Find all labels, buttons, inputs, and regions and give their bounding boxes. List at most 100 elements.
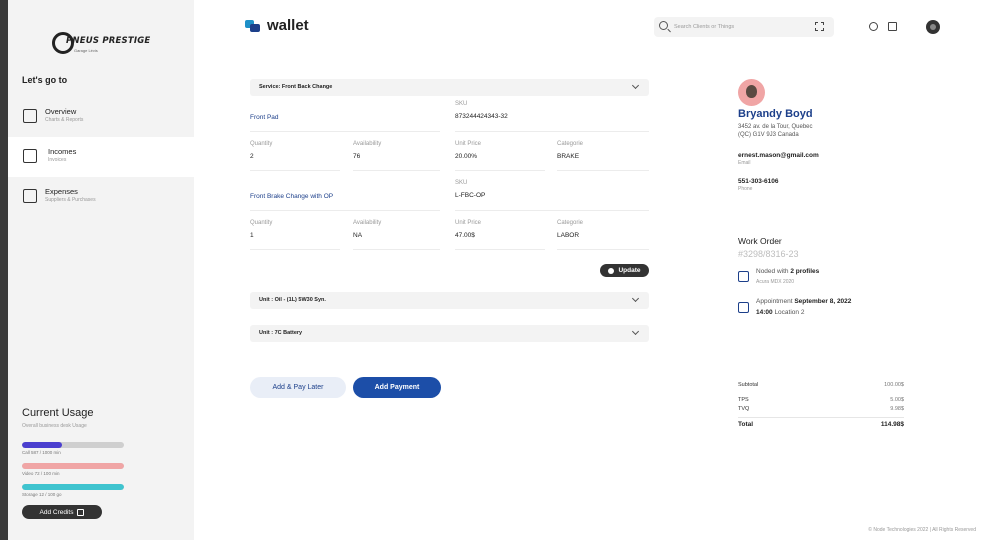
chevron-down-icon[interactable] [631,327,640,336]
customer-address-line2: (QC) G1V 9J3 Canada [738,132,799,138]
quantity-label: Quantity [250,220,273,226]
appointment-date: September 8, 2022 [794,298,852,305]
link-icon [738,271,749,282]
subtotal-value: 100.00$ [884,382,904,388]
unit-price-label: Unit Price [455,141,482,147]
subtotal-label: Subtotal [738,382,759,388]
add-payment-button[interactable]: Add Payment [353,377,441,398]
quantity-label: Quantity [250,141,273,147]
add-credits-label: Add Credits [39,508,74,516]
unit-price-cell: Unit Price 20.00% [455,141,545,160]
tps-value: 5.00$ [890,397,904,403]
qr-code-icon[interactable] [815,22,824,31]
sidebar-item-incomes[interactable]: Incomes Invoices [8,137,194,177]
chevron-down-icon[interactable] [631,81,640,90]
row-divider [455,249,545,250]
customer-address-line1: 3452 av. de la Tour, Quebec [738,124,813,130]
update-icon [608,267,615,274]
usage-bar-fill [22,484,124,490]
search-icon[interactable] [659,21,668,30]
calendar-icon [738,302,749,313]
sku-value: 873244424343-32 [455,113,508,120]
update-label: Update [618,267,641,274]
vehicle-name: Acura MDX 2020 [756,279,795,285]
category-cell: Categorie BRAKE [557,141,647,160]
service-accordion-header[interactable]: Service: Front Back Change [250,79,649,96]
category-label: Categorie [557,141,584,147]
left-edge-strip [0,0,8,540]
row-divider [557,249,649,250]
row-divider [250,210,440,211]
totals-divider [738,417,904,418]
external-link-icon [77,508,85,516]
usage-caption-call: Call 587 / 1000 min [22,450,61,455]
unit-accordion-oil[interactable]: Unit : Oil - (1L) 5W30 Syn. [250,292,649,309]
sku-cell: SKU 873244424343-32 [455,101,545,120]
customer-email[interactable]: ernest.mason@gmail.com [738,152,819,159]
usage-bar-call [22,442,124,448]
chart-icon [23,109,37,123]
customer-email-label: Email [738,160,751,166]
usage-bar-video [22,463,124,469]
appointment: Appointment September 8, 2022 [756,298,851,305]
chevron-down-icon[interactable] [631,294,640,303]
category-value: BRAKE [557,153,580,160]
row-divider [353,170,440,171]
product-name[interactable]: Front Brake Change with OP [250,193,333,200]
usage-caption-video: Video 72 / 100 min [22,471,60,476]
total-label: Total [738,421,754,428]
add-pay-later-button[interactable]: Add & Pay Later [250,377,346,398]
row-divider [250,131,440,132]
sidebar-item-sub: Charts & Reports [45,117,84,123]
category-label: Categorie [557,220,584,226]
category-value: LABOR [557,232,580,239]
sku-label: SKU [455,101,468,107]
work-order-title: Work Order [738,236,782,246]
product-name[interactable]: Front Pad [250,114,279,121]
wallet-logo-icon [245,20,261,34]
tvq-value: 9.98$ [890,406,904,412]
quantity-value: 2 [250,153,254,160]
unit-accordion-battery[interactable]: Unit : 7C Battery [250,325,649,342]
footer-copyright: © Node Technologies 2022 | All Rights Re… [868,527,976,533]
user-avatar[interactable] [926,20,940,34]
sku-label: SKU [455,180,468,186]
noded-profiles[interactable]: 2 profiles [790,268,819,275]
usage-title: Current Usage [22,407,94,419]
appointment-time: 14:00 [756,309,773,316]
noded-prefix: Noded with [756,268,789,275]
appointment-location: Location 2 [774,309,805,316]
total-value: 114.98$ [880,421,904,428]
row-divider [353,249,440,250]
row-divider [455,210,649,211]
logo-text: PNEUS PRESTIGE [66,36,151,46]
logo-subtext: Garage Lévis [74,48,98,53]
quantity-value: 1 [250,232,254,239]
company-logo[interactable]: PNEUS PRESTIGE Garage Lévis [52,30,152,58]
availability-value: NA [353,232,363,239]
add-credits-button[interactable]: Add Credits [22,505,102,519]
quantity-cell: Quantity 2 [250,141,340,160]
search-input[interactable] [674,21,809,33]
customer-name[interactable]: Bryandy Boyd [738,108,813,120]
sku-cell: SKU L-FBC-OP [455,180,545,199]
chat-icon[interactable] [869,22,878,31]
wallet-logo-shape-b [250,24,260,32]
usage-bar-storage [22,484,124,490]
row-divider [557,170,649,171]
row-divider [455,170,545,171]
sidebar-item-sub: Suppliers & Purchases [45,197,96,203]
unit-price-cell: Unit Price 47.00$ [455,220,545,239]
availability-label: Availability [353,220,382,226]
update-button[interactable]: Update [600,264,649,277]
note-icon[interactable] [888,22,897,31]
unit-title: Unit : 7C Battery [259,330,303,336]
tps-label: TPS [738,397,749,403]
unit-price-value: 20.00% [455,153,478,160]
sidebar-item-overview[interactable]: Overview Charts & Reports [8,97,194,137]
customer-phone[interactable]: 551-303-6106 [738,178,778,185]
category-cell: Categorie LABOR [557,220,647,239]
sidebar-item-label: Overview [45,107,77,116]
sidebar-item-expenses[interactable]: Expenses Suppliers & Purchases [8,177,194,217]
row-divider [250,249,340,250]
